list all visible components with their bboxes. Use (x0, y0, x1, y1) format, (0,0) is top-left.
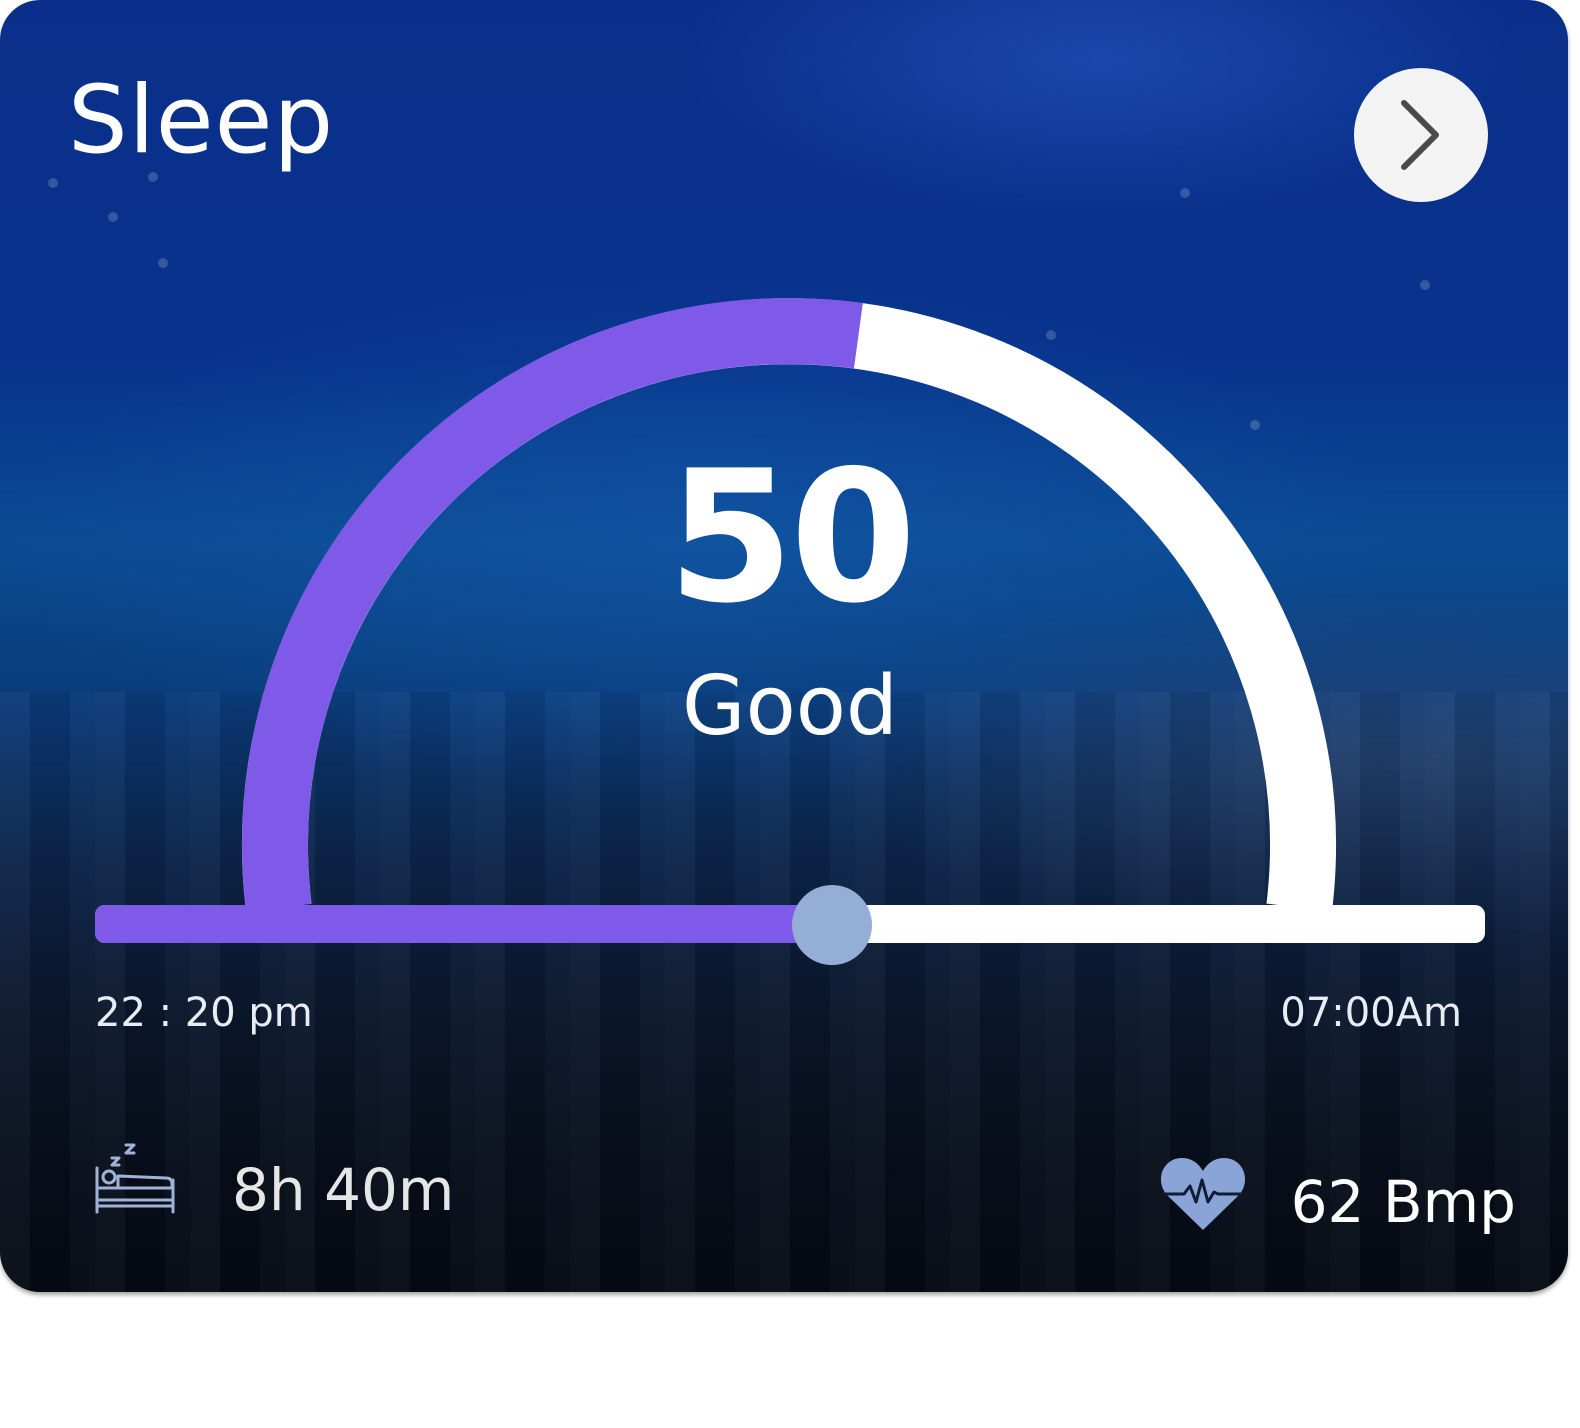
heart-rate-value: 62 Bmp (1290, 1168, 1516, 1236)
timeline-thumb[interactable] (791, 885, 872, 965)
sleep-duration-value: 8h 40m (232, 1156, 455, 1224)
sleep-score-gauge (242, 298, 1336, 912)
sleep-timeline-slider[interactable] (95, 885, 1485, 965)
bed-icon (95, 1143, 175, 1214)
wake-time-label: 07:00Am (1280, 990, 1462, 1036)
heart-rate-icon (1160, 1158, 1246, 1230)
bedtime-label: 22 : 20 pm (95, 990, 313, 1036)
sleep-score-value: 50 (667, 431, 916, 643)
sleep-quality-label: Good (682, 659, 898, 754)
sleep-card: Sleep 50 Good 22 : 20 pm 07:00Am 8h 40m (0, 0, 1568, 1292)
timeline-fill (95, 905, 832, 943)
